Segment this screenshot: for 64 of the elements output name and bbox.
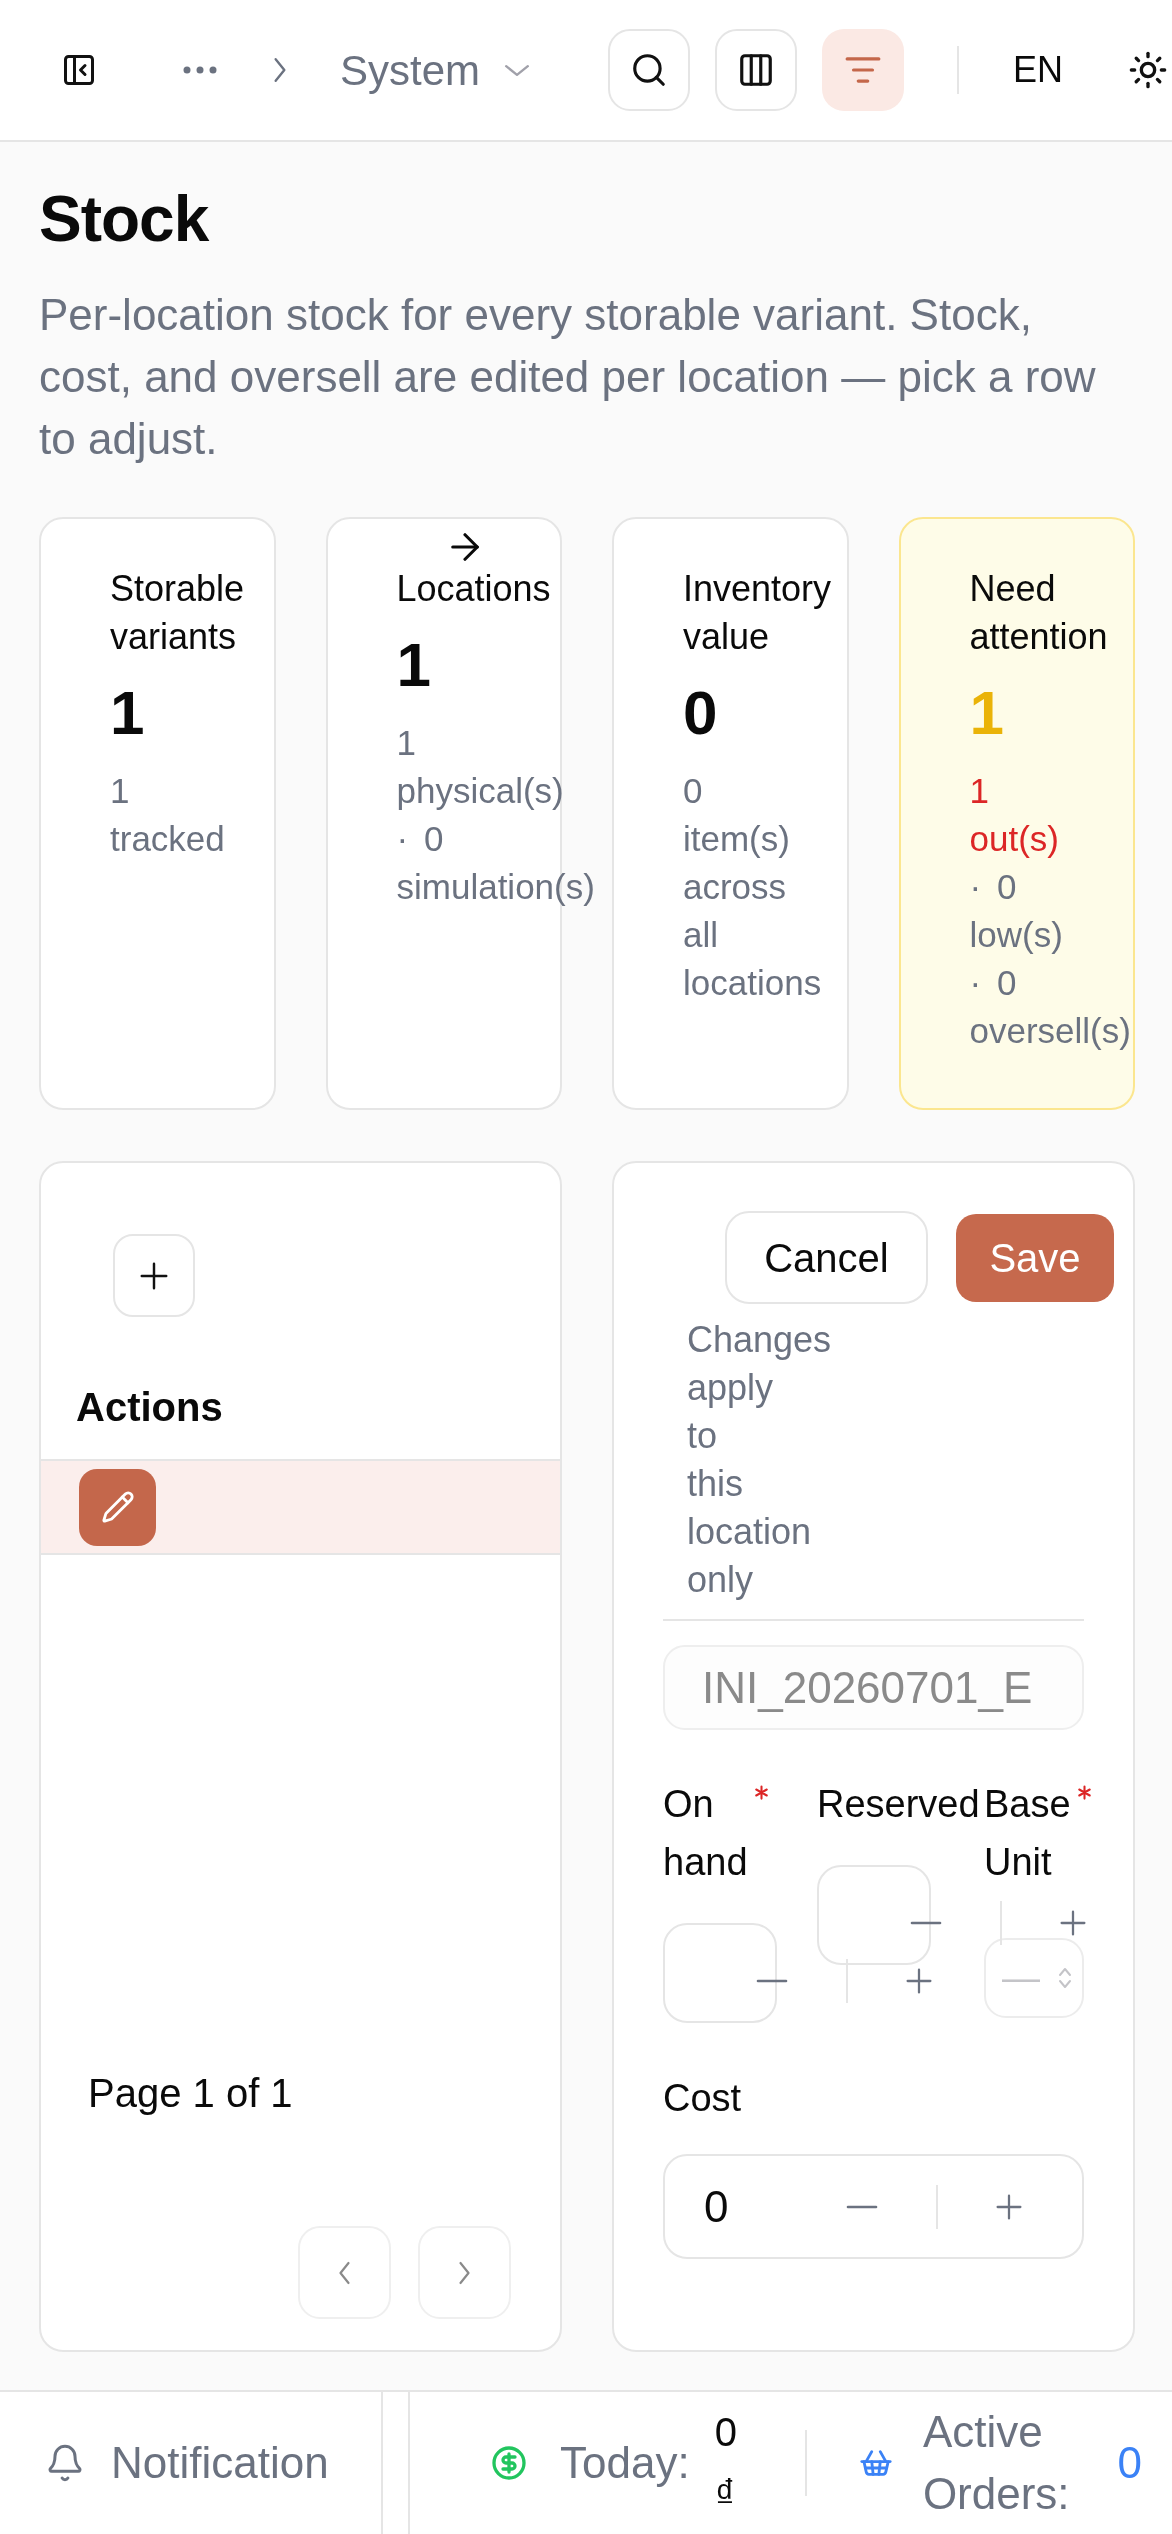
plus-icon: [906, 1968, 932, 1994]
chevron-right-icon: [458, 2260, 471, 2285]
stat-label: Storable variants: [110, 567, 245, 659]
notification-button[interactable]: Notification: [0, 2392, 383, 2534]
stat-value: 0: [683, 682, 719, 744]
minus-icon: [910, 1921, 942, 1925]
minus-icon: [846, 2204, 878, 2209]
number-field[interactable]: 0: [663, 2154, 1084, 2259]
sun-icon: [1128, 50, 1168, 90]
stat-detail: 0 item(s) across all locations: [683, 770, 822, 1004]
stat-detail: · 0 low(s): [969, 866, 1063, 956]
pagination-label: Page 1 of 1: [87, 2070, 294, 2117]
breadcrumb-dropdown[interactable]: System: [340, 38, 531, 102]
chevron-left-icon: [338, 2260, 351, 2285]
sidebar-panel-icon: [61, 52, 97, 88]
stat-detail: 1 tracked: [110, 770, 225, 860]
ellipsis-icon: [183, 66, 217, 74]
plus-icon: [996, 2193, 1022, 2220]
increment-button[interactable]: [995, 2192, 1023, 2221]
table-row[interactable]: [41, 1461, 560, 1555]
columns-button[interactable]: [715, 29, 797, 111]
orders-count: 0: [1117, 2437, 1143, 2489]
language-button[interactable]: EN: [1013, 43, 1063, 97]
stat-detail: · 0 simulation(s): [396, 818, 595, 908]
dollar-icon: [491, 2445, 527, 2481]
minus-icon: [756, 1979, 788, 1983]
stat-label: Locations: [396, 567, 551, 611]
stat-value: 1: [110, 682, 146, 744]
field-label: Reserved: [817, 1782, 980, 1827]
chevrons-up-down-icon: [1058, 1966, 1072, 1990]
search-button[interactable]: [608, 29, 690, 111]
page-description: Per-location stock for every storable variant. Stock, cost, and oversell are edited per location — pick a row to adjust.: [39, 289, 1097, 465]
save-button[interactable]: Save: [956, 1213, 1114, 1302]
field-label: On hand: [663, 1782, 748, 1885]
theme-toggle-button[interactable]: [1128, 50, 1168, 90]
stat-label: Need attention: [969, 567, 1108, 659]
stat-value: 1: [396, 634, 432, 696]
orders-label: Active Orders:: [922, 2406, 1070, 2520]
number-field[interactable]: [663, 1923, 777, 2023]
cancel-button[interactable]: Cancel: [725, 1211, 928, 1304]
today-amount: 0 ₫: [714, 2409, 737, 2518]
pencil-icon: [100, 1490, 135, 1524]
field-label: Base Unit: [984, 1782, 1071, 1885]
plus-icon: [1060, 1910, 1086, 1936]
chevron-down-icon: [504, 63, 531, 77]
stat-label: Inventory value: [683, 567, 832, 659]
search-icon: [630, 51, 668, 89]
stat-detail: 1 physical(s): [396, 722, 564, 812]
today-label: Today:: [560, 2437, 690, 2489]
stat-detail: · 0 oversell(s): [969, 962, 1131, 1052]
increment-button[interactable]: [1059, 1909, 1087, 1937]
increment-button[interactable]: [905, 1967, 933, 1995]
column-header: Actions: [75, 1384, 223, 1431]
filter-button[interactable]: [822, 29, 904, 111]
stat-value: 1: [969, 682, 1005, 744]
number-field[interactable]: [817, 1865, 931, 1965]
page-title: Stock: [39, 182, 210, 257]
stat-detail: 1 out(s): [969, 770, 1059, 860]
edit-button[interactable]: [79, 1468, 156, 1546]
columns-icon: [737, 51, 775, 89]
plus-icon: [140, 1261, 168, 1290]
helper-text: Changes apply to this location only: [687, 1318, 832, 1602]
field-label: Cost: [663, 2076, 743, 2121]
chevron-right-icon: [273, 57, 287, 83]
